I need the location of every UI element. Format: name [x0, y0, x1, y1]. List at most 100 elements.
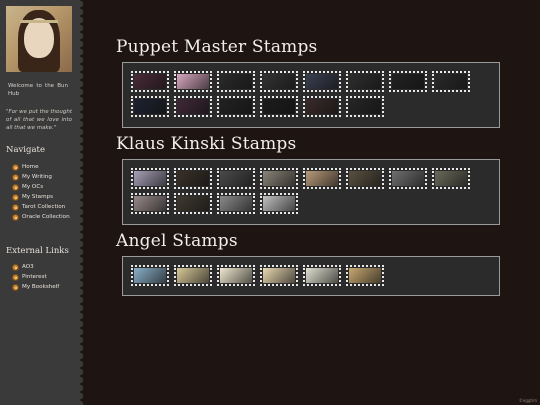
stamp[interactable] [389, 71, 427, 92]
sidebar: Welcome to the Bun Hub "For we put the t… [0, 0, 80, 405]
stamp[interactable] [174, 168, 212, 189]
stamp-panel-puppet-master [122, 62, 500, 128]
nav-item-label: My Bookshelf [22, 284, 60, 290]
stamp-image [306, 268, 338, 283]
stamp[interactable] [303, 168, 341, 189]
stamp[interactable] [260, 96, 298, 117]
welcome-text: Welcome to the Bun Hub [8, 83, 68, 97]
section-title-klaus-kinski: Klaus Kinski Stamps [116, 134, 297, 154]
stamp-image [220, 196, 252, 211]
external-link-my-bookshelf[interactable]: My Bookshelf [12, 284, 78, 291]
stamp-image [134, 99, 166, 114]
stamp-image [177, 171, 209, 186]
stamp-image [306, 74, 338, 89]
stamp-panel-klaus-kinski [122, 159, 500, 225]
nav-item-my-stamps[interactable]: My Stamps [12, 194, 78, 201]
stamp[interactable] [174, 265, 212, 286]
stamp-image [134, 74, 166, 89]
stamp-image [306, 171, 338, 186]
stamp-image [220, 99, 252, 114]
stamp[interactable] [131, 96, 169, 117]
stamp[interactable] [303, 96, 341, 117]
stamp-image [220, 171, 252, 186]
stamp[interactable] [303, 71, 341, 92]
stamp[interactable] [346, 168, 384, 189]
stamp[interactable] [346, 265, 384, 286]
stamp[interactable] [174, 71, 212, 92]
bun-icon [12, 164, 19, 171]
external-link-pinterest[interactable]: Pinterest [12, 274, 78, 281]
nav-item-my-ocs[interactable]: My OCs [12, 184, 78, 191]
bun-icon [12, 264, 19, 271]
stamp-image [349, 99, 381, 114]
stamp[interactable] [346, 96, 384, 117]
sidebar-scalloped-edge [80, 0, 86, 405]
stamp[interactable] [432, 71, 470, 92]
external-links-heading: External Links [6, 246, 69, 256]
stamp[interactable] [346, 71, 384, 92]
navigate-heading: Navigate [6, 145, 45, 155]
nav-item-label: My Stamps [22, 194, 54, 200]
nav-item-label: Home [22, 164, 39, 170]
external-link-ao3[interactable]: AO3 [12, 264, 78, 271]
section-title-angel: Angel Stamps [116, 231, 238, 251]
stamp[interactable] [303, 265, 341, 286]
stamp-image [263, 196, 295, 211]
stamp[interactable] [260, 265, 298, 286]
nav-item-label: Oracle Collection [22, 214, 70, 220]
stamp[interactable] [174, 193, 212, 214]
external-links-list: AO3 Pinterest My Bookshelf [12, 264, 78, 294]
stamp[interactable] [432, 168, 470, 189]
stamp-image [263, 171, 295, 186]
quote-text: "For we put the thought of all that we l… [6, 109, 72, 131]
stamp[interactable] [260, 168, 298, 189]
stamp-image [177, 74, 209, 89]
stamp[interactable] [217, 71, 255, 92]
stamp[interactable] [260, 193, 298, 214]
stamp-image [263, 74, 295, 89]
stamp-image [263, 268, 295, 283]
footer-credit: ©eggtim [518, 398, 537, 403]
bun-icon [12, 214, 19, 221]
stamp-image [177, 268, 209, 283]
stamp[interactable] [131, 193, 169, 214]
stamp[interactable] [174, 96, 212, 117]
stamp-image [392, 74, 424, 89]
stamp[interactable] [217, 96, 255, 117]
nav-item-home[interactable]: Home [12, 164, 78, 171]
stamp-image [349, 268, 381, 283]
stamp-panel-angel [122, 256, 500, 296]
stamp-image [220, 74, 252, 89]
stamp-image [134, 171, 166, 186]
stamp-image [177, 196, 209, 211]
stamp[interactable] [131, 168, 169, 189]
stamp-image [306, 99, 338, 114]
nav-item-label: AO3 [22, 264, 34, 270]
stamp[interactable] [260, 71, 298, 92]
bun-icon [12, 204, 19, 211]
stamp-image [134, 268, 166, 283]
nav-item-oracle-collection[interactable]: Oracle Collection [12, 214, 78, 221]
nav-item-tarot-collection[interactable]: Tarot Collection [12, 204, 78, 211]
bun-icon [12, 184, 19, 191]
stamp[interactable] [389, 168, 427, 189]
stamp-image [220, 268, 252, 283]
nav-item-my-writing[interactable]: My Writing [12, 174, 78, 181]
stamp[interactable] [217, 193, 255, 214]
nav-item-label: Tarot Collection [22, 204, 66, 210]
stamp-image [349, 74, 381, 89]
bun-icon [12, 194, 19, 201]
stamp[interactable] [131, 71, 169, 92]
stamp-image [435, 171, 467, 186]
section-title-puppet-master: Puppet Master Stamps [116, 37, 318, 57]
stamp-image [177, 99, 209, 114]
nav-item-label: My OCs [22, 184, 44, 190]
nav-list: Home My Writing My OCs My Stamps Tarot Colle… [12, 164, 78, 224]
stamp[interactable] [217, 265, 255, 286]
bun-icon [12, 174, 19, 181]
stamp[interactable] [217, 168, 255, 189]
stamp[interactable] [131, 265, 169, 286]
stamp-image [349, 171, 381, 186]
bun-icon [12, 284, 19, 291]
nav-item-label: My Writing [22, 174, 52, 180]
